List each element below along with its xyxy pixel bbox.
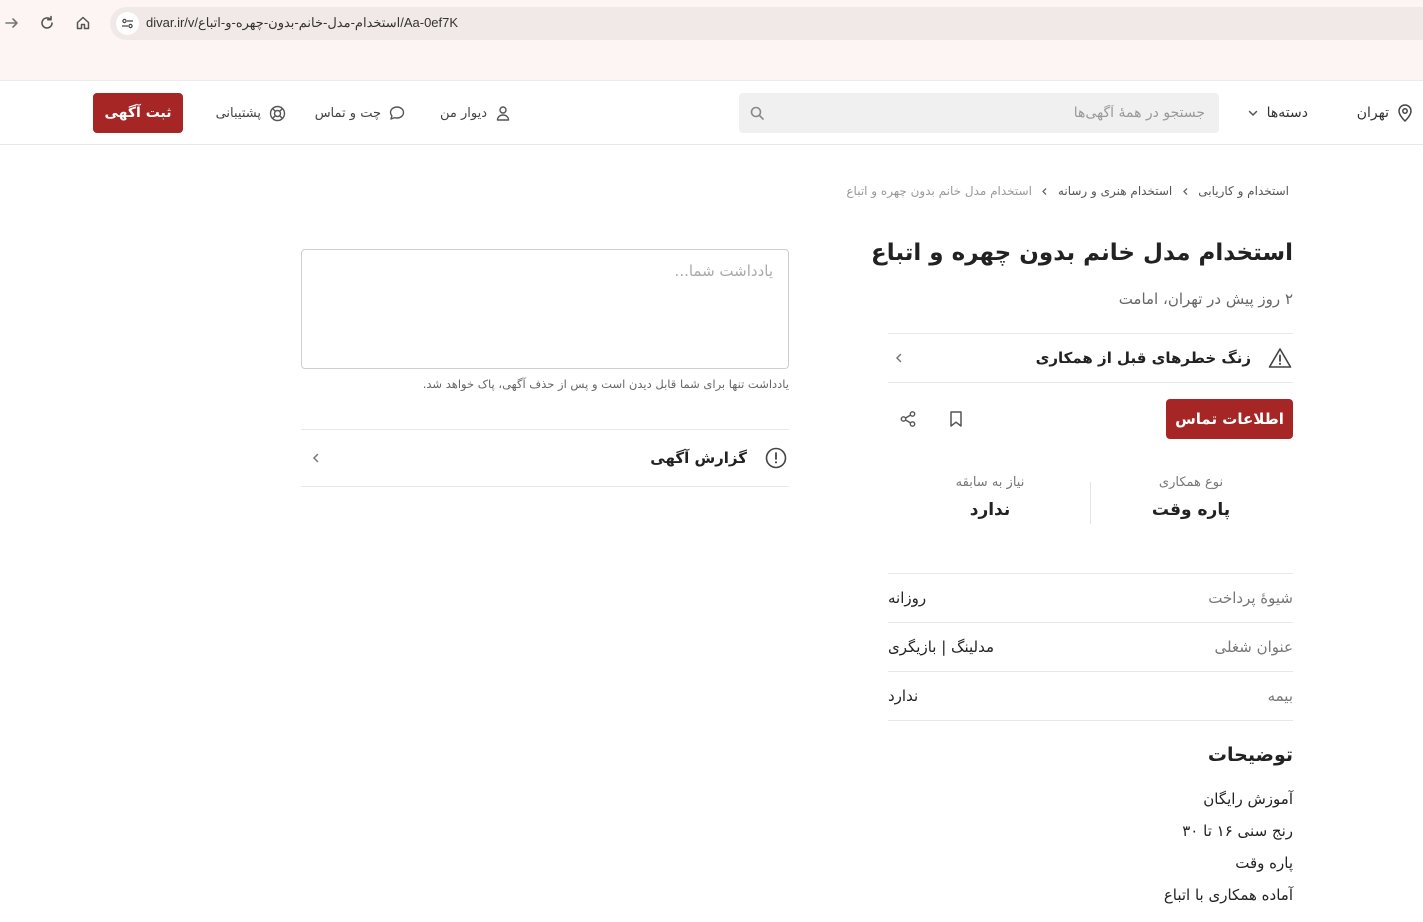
note-hint: یادداشت تنها برای شما قابل دیدن است و پس…: [422, 377, 789, 391]
bookmarks-strip: [0, 46, 1423, 81]
cooperation-type: نوع همکاری پاره وقت: [1091, 475, 1291, 520]
cooperation-type-value: پاره وقت: [1151, 500, 1231, 520]
attribute-row: بیمه ندارد: [888, 671, 1293, 720]
chat-link[interactable]: چت و تماس: [315, 81, 405, 145]
description-line: آموزش رایگان: [1203, 790, 1293, 808]
breadcrumb: استخدام و کاریابی استخدام هنری و رسانه ا…: [846, 184, 1289, 198]
description-line: پاره وقت: [1235, 854, 1293, 872]
divider: [888, 720, 1293, 721]
note-textarea[interactable]: [302, 250, 788, 368]
attribute-value: ندارد: [888, 687, 919, 705]
city-selector[interactable]: تهران: [1357, 81, 1413, 145]
note-box: [301, 249, 789, 369]
attribute-key: بیمه: [1267, 687, 1293, 705]
experience-required-value: ندارد: [969, 500, 1011, 520]
post-ad-button[interactable]: ثبت آگهی: [93, 93, 183, 133]
address-bar[interactable]: divar.ir/v/استخدام-مدل-خانم-بدون-چهره-و-…: [110, 7, 1423, 40]
lifebuoy-icon: [269, 105, 286, 121]
support-link[interactable]: پشتیبانی: [216, 81, 286, 145]
risk-alerts-row[interactable]: زنگ خطرهای قبل از همکاری: [888, 333, 1293, 383]
support-label: پشتیبانی: [215, 105, 261, 121]
reload-icon[interactable]: [35, 11, 59, 35]
experience-required-label: نیاز به سابقه: [955, 475, 1025, 490]
forward-icon[interactable]: [0, 11, 24, 35]
chevron-down-icon: [1248, 110, 1257, 117]
description-line: رنج سنی ۱۶ تا ۳۰: [1182, 822, 1293, 840]
categories-label: دسته‌ها: [1266, 105, 1308, 121]
report-ad-row[interactable]: گزارش آگهی: [301, 429, 789, 487]
my-divar-link[interactable]: دیوار من: [440, 81, 511, 145]
my-divar-label: دیوار من: [439, 105, 487, 121]
city-label: تهران: [1356, 105, 1389, 121]
ad-subtitle: ۲ روز پیش در تهران، امامت: [1118, 290, 1293, 308]
description-title: توضیحات: [1207, 744, 1293, 766]
breadcrumb-item-current: استخدام مدل خانم بدون چهره و اتباع: [846, 184, 1032, 198]
search-input[interactable]: [775, 93, 1207, 133]
exclamation-circle-icon: [763, 445, 789, 471]
chevron-left-icon: [307, 449, 325, 467]
contact-info-button[interactable]: اطلاعات تماس: [1166, 399, 1293, 439]
share-icon[interactable]: [895, 406, 921, 432]
search-bar[interactable]: [739, 93, 1219, 133]
breadcrumb-item-art-media[interactable]: استخدام هنری و رسانه: [1058, 184, 1172, 198]
user-icon: [496, 106, 510, 121]
chevron-left-icon: [1180, 186, 1190, 196]
site-header: تهران دسته‌ها دیوار من چت و تماس پشتیبان…: [0, 81, 1423, 145]
attribute-value: مدلینگ | بازیگری: [888, 638, 995, 656]
attribute-row: عنوان شغلی مدلینگ | بازیگری: [888, 622, 1293, 671]
location-pin-icon: [1398, 104, 1412, 122]
report-ad-label: گزارش آگهی: [650, 449, 747, 467]
ad-title: استخدام مدل خانم بدون چهره و اتباع: [871, 240, 1293, 266]
url-text[interactable]: divar.ir/v/استخدام-مدل-خانم-بدون-چهره-و-…: [146, 15, 458, 31]
risk-alerts-label: زنگ خطرهای قبل از همکاری: [1035, 349, 1251, 367]
chevron-left-icon: [1040, 186, 1050, 196]
search-icon[interactable]: [749, 105, 765, 121]
experience-required: نیاز به سابقه ندارد: [890, 475, 1090, 520]
cooperation-type-label: نوع همکاری: [1158, 475, 1224, 490]
categories-menu[interactable]: دسته‌ها: [1247, 81, 1308, 145]
chat-label: چت و تماس: [314, 105, 381, 121]
breadcrumb-item-jobs[interactable]: استخدام و کاریابی: [1198, 184, 1289, 198]
attribute-row: شیوهٔ پرداخت روزانه: [888, 573, 1293, 622]
bookmark-icon[interactable]: [943, 406, 969, 432]
attribute-key: عنوان شغلی: [1214, 638, 1293, 656]
description-line: آماده همکاری با اتباع: [1163, 886, 1293, 904]
info-divider: [1090, 482, 1091, 524]
attribute-value: روزانه: [888, 589, 927, 607]
browser-toolbar: divar.ir/v/استخدام-مدل-خانم-بدون-چهره-و-…: [0, 0, 1423, 46]
site-settings-icon[interactable]: [116, 12, 139, 35]
chat-bubble-icon: [389, 106, 405, 120]
attribute-key: شیوهٔ پرداخت: [1208, 589, 1293, 607]
home-icon[interactable]: [71, 11, 95, 35]
chevron-left-icon: [890, 349, 908, 367]
warning-triangle-icon: [1267, 345, 1293, 371]
